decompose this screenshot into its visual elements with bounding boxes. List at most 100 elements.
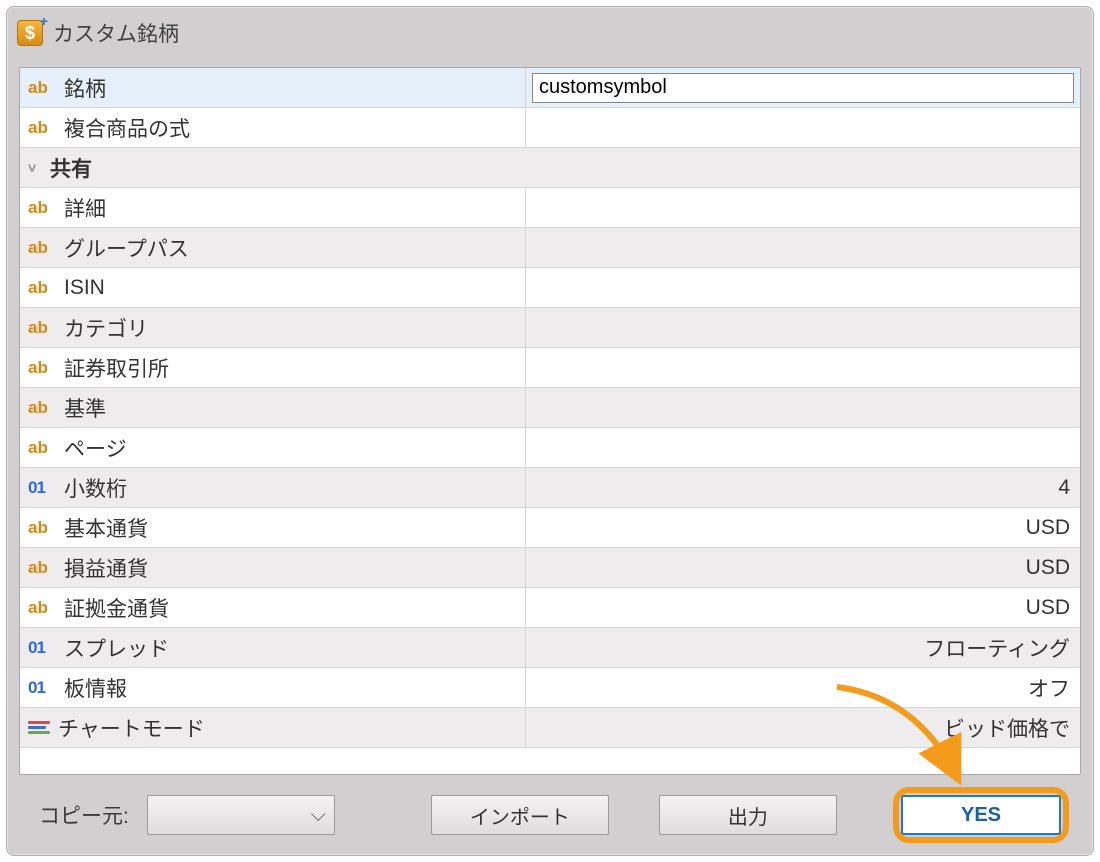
property-label: 板情報 bbox=[64, 673, 127, 703]
type-number-icon: 01 bbox=[28, 478, 56, 498]
property-value: USD bbox=[1026, 516, 1070, 540]
property-row[interactable]: ab グループパス bbox=[20, 228, 1080, 268]
property-label-cell: ab ページ bbox=[20, 428, 526, 467]
property-label-cell: ab 証券取引所 bbox=[20, 348, 526, 387]
type-number-icon: 01 bbox=[28, 678, 56, 698]
property-label: 基準 bbox=[64, 393, 106, 423]
property-row[interactable]: ab 損益通貨 USD bbox=[20, 548, 1080, 588]
type-text-icon: ab bbox=[28, 358, 56, 378]
property-row[interactable]: ˅ 共有 bbox=[20, 148, 1080, 188]
type-text-icon: ab bbox=[28, 118, 56, 138]
property-row[interactable]: チャートモード ビッド価格で bbox=[20, 708, 1080, 748]
property-label: ISIN bbox=[64, 276, 105, 300]
property-label-cell: ab グループパス bbox=[20, 228, 526, 267]
property-value-cell[interactable]: USD bbox=[526, 548, 1080, 587]
property-value: フローティング bbox=[924, 633, 1070, 663]
property-value-cell[interactable]: フローティング bbox=[526, 628, 1080, 667]
property-row[interactable]: ab 基本通貨 USD bbox=[20, 508, 1080, 548]
import-button[interactable]: インポート bbox=[431, 795, 609, 835]
type-text-icon: ab bbox=[28, 438, 56, 458]
property-label: 基本通貨 bbox=[64, 513, 148, 543]
type-text-icon: ab bbox=[28, 598, 56, 618]
group-label: 共有 bbox=[50, 153, 92, 183]
property-row[interactable]: abカテゴリ bbox=[20, 308, 1080, 348]
property-value: ビッド価格で bbox=[944, 713, 1070, 743]
property-row[interactable]: 01 板情報 オフ bbox=[20, 668, 1080, 708]
property-value-cell[interactable] bbox=[526, 428, 1080, 467]
property-value-cell[interactable] bbox=[526, 388, 1080, 427]
property-value-cell[interactable] bbox=[526, 68, 1080, 107]
property-row[interactable]: ab 証券取引所 bbox=[20, 348, 1080, 388]
property-value-cell[interactable]: ビッド価格で bbox=[526, 708, 1080, 747]
property-label: グループパス bbox=[64, 233, 189, 263]
property-label-cell: abカテゴリ bbox=[20, 308, 526, 347]
property-label-cell: ab 基本通貨 bbox=[20, 508, 526, 547]
type-text-icon: ab bbox=[28, 238, 56, 258]
property-label-cell: ab 複合商品の式 bbox=[20, 108, 526, 147]
property-label: 複合商品の式 bbox=[64, 113, 190, 143]
property-label: 銘柄 bbox=[64, 73, 106, 103]
property-label-cell: ab 銘柄 bbox=[20, 68, 526, 107]
copy-from-label: コピー元: bbox=[39, 800, 129, 830]
property-label-cell: 01 板情報 bbox=[20, 668, 526, 707]
property-value: USD bbox=[1026, 596, 1070, 620]
property-value-input[interactable] bbox=[532, 73, 1074, 103]
property-value-cell[interactable] bbox=[526, 348, 1080, 387]
group-header[interactable]: ˅ 共有 bbox=[20, 148, 1080, 187]
type-chart-icon bbox=[28, 721, 50, 734]
property-panel: ab銘柄ab複合商品の式˅共有ab詳細abグループパスabISINabカテゴリa… bbox=[19, 67, 1081, 775]
type-text-icon: ab bbox=[28, 278, 56, 298]
yes-button-highlight: YES bbox=[893, 787, 1069, 843]
chevron-down-icon: ˅ bbox=[28, 160, 44, 176]
property-value-cell[interactable] bbox=[526, 108, 1080, 147]
property-row[interactable]: ab 複合商品の式 bbox=[20, 108, 1080, 148]
export-button[interactable]: 出力 bbox=[659, 795, 837, 835]
property-label: 証拠金通貨 bbox=[64, 593, 169, 623]
property-row[interactable]: ab ISIN bbox=[20, 268, 1080, 308]
property-label: 証券取引所 bbox=[64, 353, 169, 383]
dialog-footer: コピー元: ⌵ インポート 出力 YES bbox=[7, 775, 1093, 855]
property-value-cell[interactable] bbox=[526, 268, 1080, 307]
property-row[interactable]: ab 証拠金通貨 USD bbox=[20, 588, 1080, 628]
copy-from-combobox[interactable]: ⌵ bbox=[147, 795, 335, 835]
property-value-cell[interactable]: USD bbox=[526, 508, 1080, 547]
property-grid: ab銘柄ab複合商品の式˅共有ab詳細abグループパスabISINabカテゴリa… bbox=[20, 68, 1080, 774]
property-row[interactable]: ab 銘柄 bbox=[20, 68, 1080, 108]
property-label: スプレッド bbox=[64, 633, 169, 663]
custom-symbol-icon: $ bbox=[17, 20, 43, 46]
property-value: USD bbox=[1026, 556, 1070, 580]
property-label: 損益通貨 bbox=[64, 553, 148, 583]
property-value: オフ bbox=[1028, 673, 1070, 703]
property-value: 4 bbox=[1058, 476, 1070, 500]
property-row[interactable]: 01 スプレッド フローティング bbox=[20, 628, 1080, 668]
type-text-icon: ab bbox=[28, 518, 56, 538]
property-row[interactable]: ab 基準 bbox=[20, 388, 1080, 428]
property-label-cell: ab ISIN bbox=[20, 268, 526, 307]
type-text-icon: ab bbox=[28, 398, 56, 418]
property-label: カテゴリ bbox=[64, 313, 148, 343]
type-text-icon: ab bbox=[28, 198, 56, 218]
property-label: ページ bbox=[64, 433, 127, 463]
property-label-cell: 01 小数桁 bbox=[20, 468, 526, 507]
property-label-cell: ab詳細 bbox=[20, 188, 526, 227]
property-value-cell[interactable]: USD bbox=[526, 588, 1080, 627]
window-title: カスタム銘柄 bbox=[53, 18, 179, 48]
property-value-cell[interactable]: 4 bbox=[526, 468, 1080, 507]
type-text-icon: ab bbox=[28, 78, 56, 98]
property-label: チャートモード bbox=[58, 713, 205, 743]
property-label: 小数桁 bbox=[64, 473, 127, 503]
type-text-icon: ab bbox=[28, 558, 56, 578]
titlebar: $ カスタム銘柄 bbox=[7, 7, 1093, 55]
yes-button[interactable]: YES bbox=[901, 795, 1061, 835]
property-label-cell: ab 基準 bbox=[20, 388, 526, 427]
property-row[interactable]: 01 小数桁 4 bbox=[20, 468, 1080, 508]
property-value-cell[interactable] bbox=[526, 308, 1080, 347]
property-label-cell: 01 スプレッド bbox=[20, 628, 526, 667]
property-value-cell[interactable] bbox=[526, 188, 1080, 227]
chevron-down-icon: ⌵ bbox=[311, 804, 326, 827]
type-number-icon: 01 bbox=[28, 638, 56, 658]
property-row[interactable]: ab詳細 bbox=[20, 188, 1080, 228]
property-row[interactable]: ab ページ bbox=[20, 428, 1080, 468]
property-value-cell[interactable]: オフ bbox=[526, 668, 1080, 707]
property-value-cell[interactable] bbox=[526, 228, 1080, 267]
